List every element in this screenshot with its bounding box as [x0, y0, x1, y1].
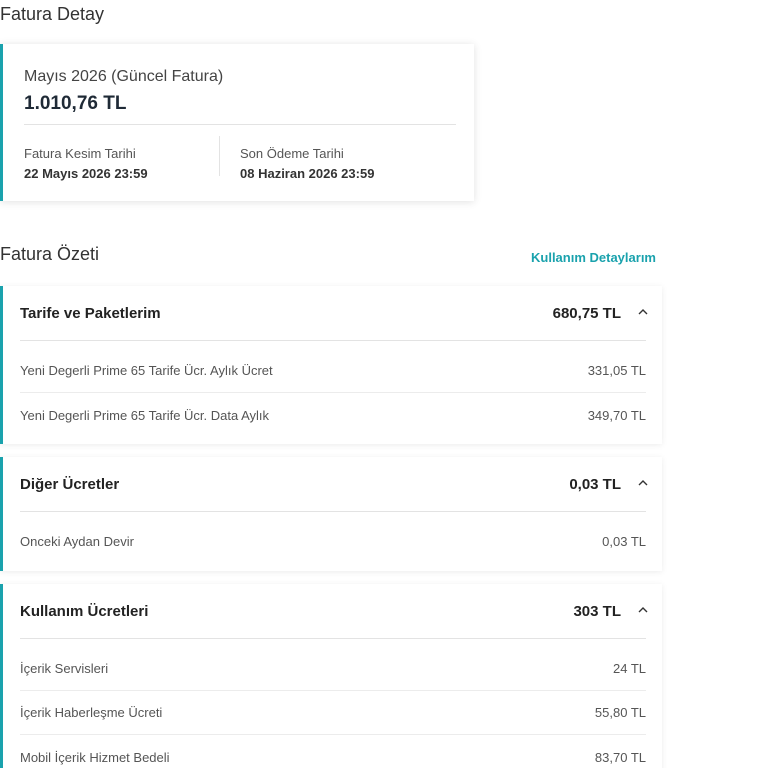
summary-title: Fatura Özeti	[0, 244, 100, 264]
due-date-value: 08 Haziran 2026 23:59	[240, 166, 375, 181]
item-label: Onceki Aydan Devir	[20, 534, 134, 549]
section-header[interactable]: Diğer Ücretler 0,03 TL	[3, 457, 662, 511]
list-item: Yeni Degerli Prime 65 Tarife Ücr. Data A…	[20, 393, 646, 437]
page: Fatura Detay Mayıs 2026 (Güncel Fatura) …	[0, 0, 768, 768]
cut-date-label: Fatura Kesim Tarihi	[24, 146, 136, 161]
section-title: Kullanım Ücretleri	[20, 603, 149, 620]
item-label: Yeni Degerli Prime 65 Tarife Ücr. Aylık …	[20, 363, 273, 378]
item-value: 331,05 TL	[587, 363, 646, 378]
section-header[interactable]: Kullanım Ücretleri 303 TL	[3, 584, 662, 638]
due-date-block: Son Ödeme Tarihi 08 Haziran 2026 23:59	[240, 146, 374, 181]
usage-details-link[interactable]: Kullanım Detaylarım	[531, 250, 656, 265]
list-item: Onceki Aydan Devir 0,03 TL	[20, 519, 646, 563]
item-value: 83,70 TL	[594, 750, 646, 765]
invoice-amount: 1.010,76 TL	[24, 93, 127, 114]
list-item: Yeni Degerli Prime 65 Tarife Ücr. Aylık …	[20, 348, 646, 393]
section-divider	[20, 511, 646, 512]
chevron-up-icon[interactable]	[638, 307, 648, 317]
list-item: Mobil İçerik Hizmet Bedeli 83,70 TL	[20, 735, 646, 768]
section-usage-charges: Kullanım Ücretleri 303 TL İçerik Servisl…	[0, 584, 662, 768]
cut-date-block: Fatura Kesim Tarihi 22 Mayıs 2026 23:59	[24, 146, 148, 181]
section-title: Tarife ve Paketlerim	[20, 305, 161, 322]
due-date-label: Son Ödeme Tarihi	[240, 146, 344, 161]
section-divider	[20, 340, 646, 341]
list-item: İçerik Servisleri 24 TL	[20, 646, 646, 691]
item-value: 0,03 TL	[602, 534, 646, 549]
item-value: 349,70 TL	[587, 408, 646, 423]
section-total: 303 TL	[573, 603, 621, 620]
section-tariff-packages: Tarife ve Paketlerim 680,75 TL Yeni Dege…	[0, 286, 662, 444]
item-label: İçerik Servisleri	[20, 661, 109, 676]
item-value: 24 TL	[612, 661, 646, 676]
section-title: Diğer Ücretler	[20, 476, 120, 493]
card-divider	[24, 124, 456, 125]
chevron-up-icon[interactable]	[638, 605, 648, 615]
section-total: 0,03 TL	[569, 476, 621, 493]
item-label: İçerik Haberleşme Ücreti	[20, 705, 163, 720]
list-item: İçerik Haberleşme Ücreti 55,80 TL	[20, 690, 646, 735]
invoice-card: Mayıs 2026 (Güncel Fatura) 1.010,76 TL F…	[0, 44, 474, 201]
section-total: 680,75 TL	[552, 305, 621, 322]
date-divider	[219, 136, 220, 176]
item-label: Yeni Degerli Prime 65 Tarife Ücr. Data A…	[20, 408, 270, 423]
section-header[interactable]: Tarife ve Paketlerim 680,75 TL	[3, 286, 662, 340]
item-value: 55,80 TL	[594, 705, 646, 720]
item-label: Mobil İçerik Hizmet Bedeli	[20, 750, 170, 765]
page-title: Fatura Detay	[0, 4, 105, 24]
chevron-up-icon[interactable]	[638, 478, 648, 488]
cut-date-value: 22 Mayıs 2026 23:59	[24, 166, 148, 181]
invoice-period: Mayıs 2026 (Güncel Fatura)	[24, 68, 224, 85]
section-divider	[20, 638, 646, 639]
section-other-charges: Diğer Ücretler 0,03 TL Onceki Aydan Devi…	[0, 457, 662, 571]
